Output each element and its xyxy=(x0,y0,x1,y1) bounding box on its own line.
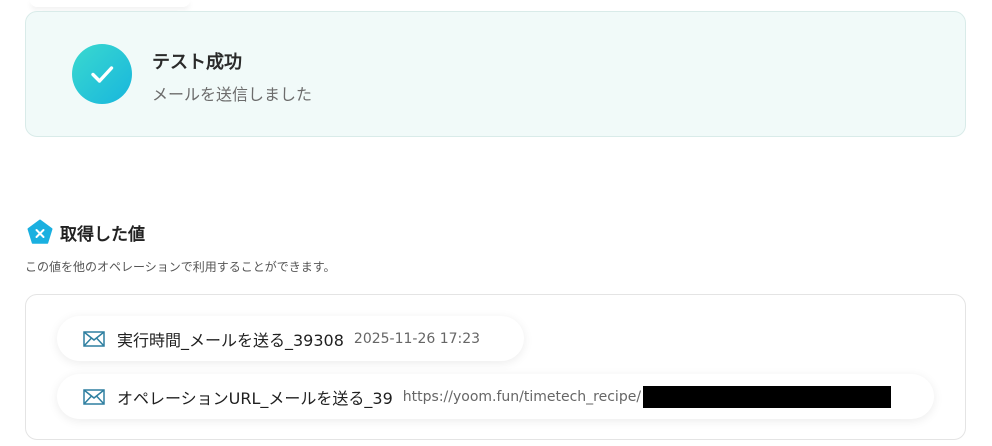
section-description: この値を他のオペレーションで利用することができます。 xyxy=(25,260,336,274)
value-label: オペレーションURL_メールを送る_39 xyxy=(117,388,393,408)
redacted-block xyxy=(643,385,892,408)
value-label: 実行時間_メールを送る_39308 xyxy=(117,330,344,350)
close-badge-icon xyxy=(27,219,53,244)
mail-icon xyxy=(83,330,105,347)
value-text: https://yoom.fun/timetech_recipe/ xyxy=(402,388,642,405)
success-title: テスト成功 xyxy=(152,52,242,73)
value-text: 2025-11-26 17:23 xyxy=(353,330,481,347)
success-subtitle: メールを送信しました xyxy=(152,85,313,104)
previous-card-edge xyxy=(30,0,190,7)
value-item-operation-url[interactable]: オペレーションURL_メールを送る_39 https://yoom.fun/ti… xyxy=(57,374,934,419)
section-title: 取得した値 xyxy=(60,225,145,245)
test-success-card: テスト成功 メールを送信しました xyxy=(25,11,966,137)
mail-icon xyxy=(83,388,105,405)
value-item-execution-time[interactable]: 実行時間_メールを送る_39308 2025-11-26 17:23 xyxy=(57,316,524,361)
check-icon xyxy=(72,44,132,104)
